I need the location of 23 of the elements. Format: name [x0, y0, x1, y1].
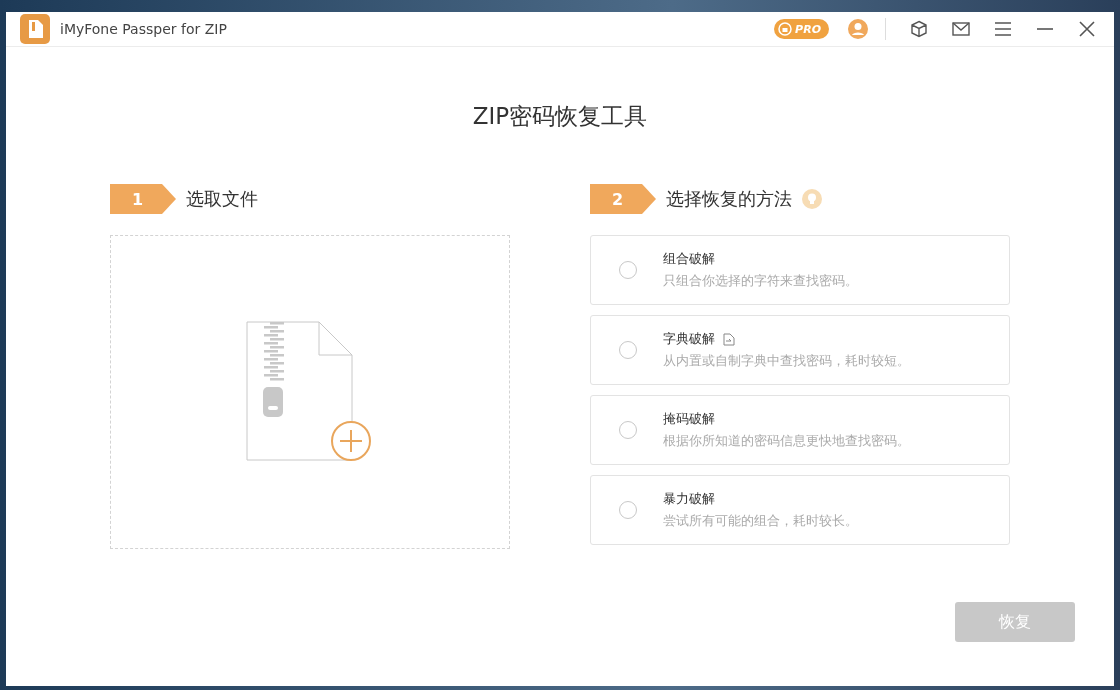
zip-file-add-icon	[246, 321, 374, 463]
method-name: 掩码破解	[663, 410, 715, 428]
step-label: 选择恢复的方法	[666, 187, 792, 211]
method-name: 暴力破解	[663, 490, 715, 508]
method-name: 字典破解	[663, 330, 715, 348]
file-drop-area[interactable]	[110, 235, 510, 549]
lightbulb-icon[interactable]	[802, 189, 822, 209]
step-number: 2	[590, 184, 656, 214]
method-option[interactable]: 掩码破解 根据你所知道的密码信息更快地查找密码。	[590, 395, 1010, 465]
step-number: 1	[110, 184, 176, 214]
method-description: 只组合你选择的字符来查找密码。	[663, 272, 858, 290]
step-label: 选取文件	[186, 187, 258, 211]
method-option[interactable]: 暴力破解 尝试所有可能的组合，耗时较长。	[590, 475, 1010, 545]
method-option[interactable]: 字典破解 从内置或自制字典中查找密码，耗时较短。	[590, 315, 1010, 385]
file-import-icon[interactable]	[723, 332, 735, 346]
method-description: 根据你所知道的密码信息更快地查找密码。	[663, 432, 910, 450]
account-icon[interactable]	[845, 16, 871, 42]
method-description: 尝试所有可能的组合，耗时较长。	[663, 512, 858, 530]
method-option[interactable]: 组合破解 只组合你选择的字符来查找密码。	[590, 235, 1010, 305]
method-description: 从内置或自制字典中查找密码，耗时较短。	[663, 352, 910, 370]
page-heading: ZIP密码恢复工具	[472, 102, 648, 131]
window-title: iMyFone Passper for ZIP	[60, 21, 228, 37]
method-name: 组合破解	[663, 250, 715, 268]
